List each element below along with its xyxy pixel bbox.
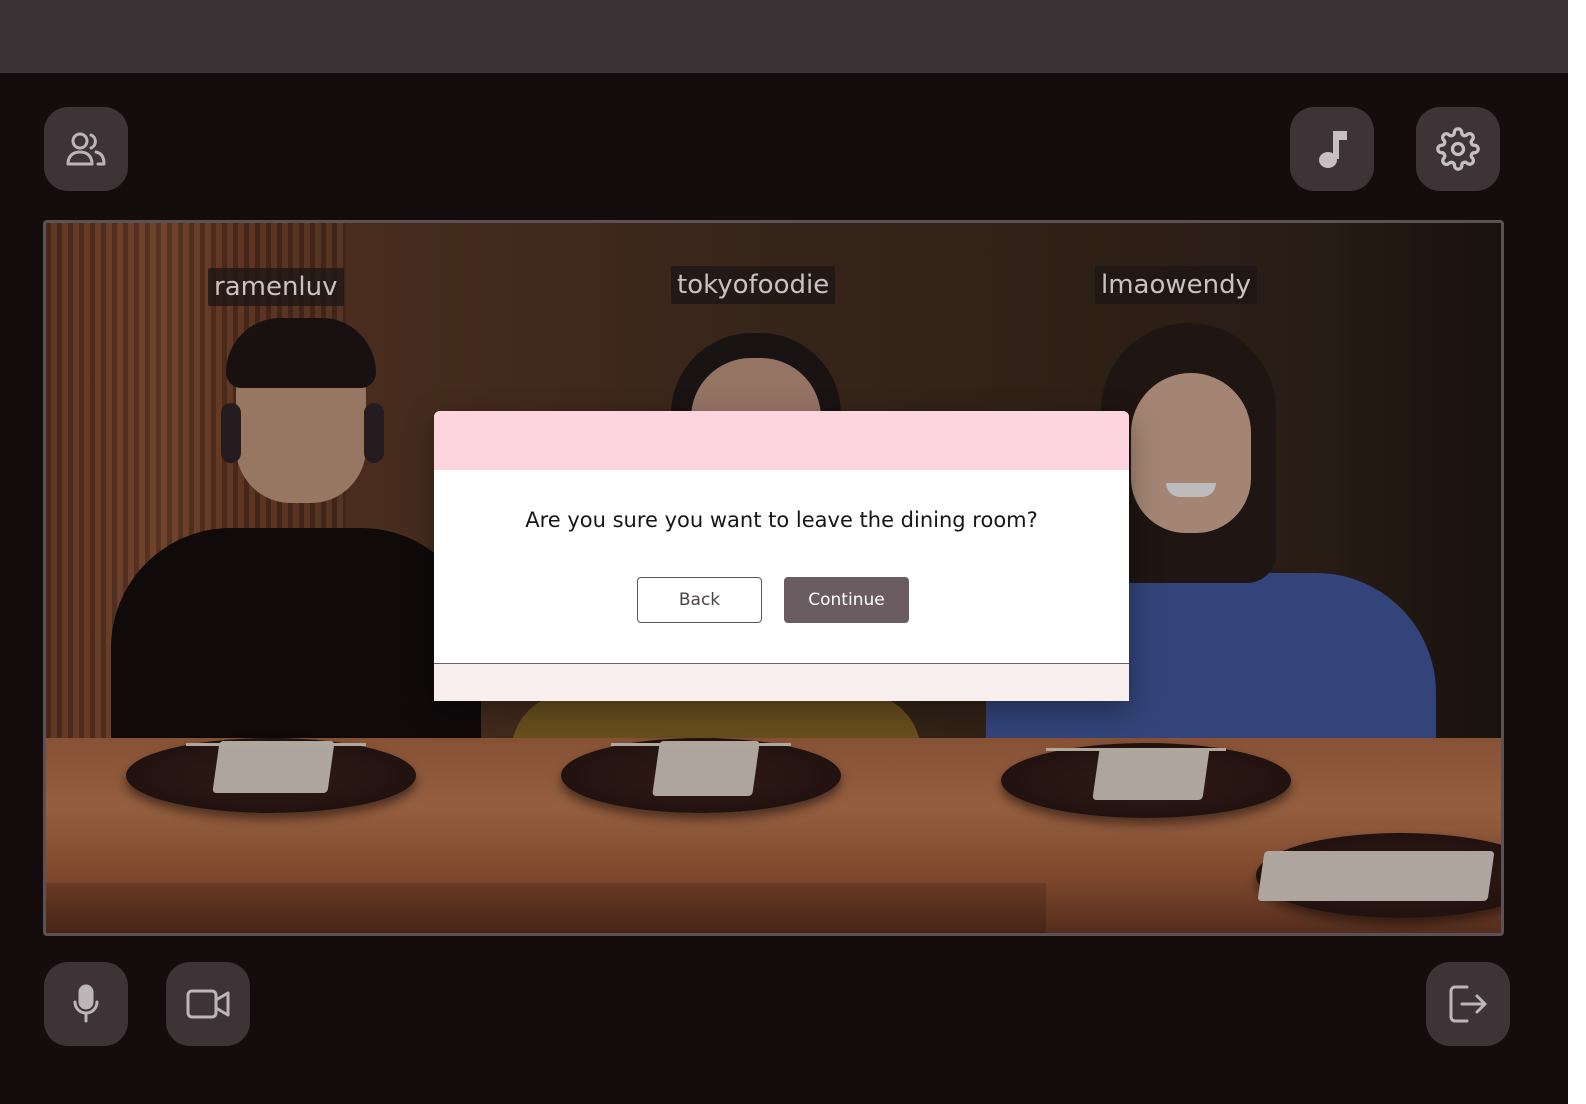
dialog-message: Are you sure you want to leave the dinin… [525,508,1038,532]
gear-icon [1436,127,1480,171]
settings-button[interactable] [1416,107,1500,191]
music-note-icon [1319,131,1347,168]
microphone-button[interactable] [44,962,128,1046]
participant-name-tag: tokyofoodie [671,266,836,304]
music-button[interactable] [1290,107,1374,191]
microphone-icon [73,984,99,1023]
camera-button[interactable] [166,962,250,1046]
video-camera-icon [186,989,230,1019]
continue-button[interactable]: Continue [784,577,909,623]
users-icon [66,132,106,166]
window-title-bar [0,0,1568,73]
leave-confirmation-dialog: Are you sure you want to leave the dinin… [434,411,1129,701]
participants-button[interactable] [44,107,128,191]
exit-icon [1449,985,1487,1023]
participant-name-tag: lmaowendy [1095,266,1258,304]
dialog-footer [434,664,1129,701]
leave-button[interactable] [1426,962,1510,1046]
dialog-header [434,411,1129,470]
participant-name-tag: ramenluv [208,268,344,306]
window-edge [1568,0,1586,1104]
dialog-body: Are you sure you want to leave the dinin… [434,470,1129,664]
back-button[interactable]: Back [637,577,762,623]
